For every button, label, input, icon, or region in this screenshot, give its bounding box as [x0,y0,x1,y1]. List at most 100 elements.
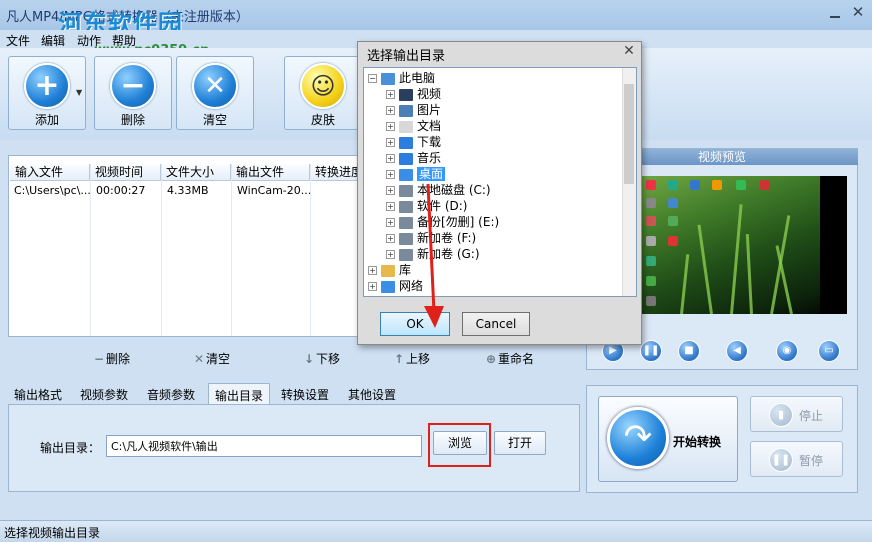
tree-item[interactable]: + 图片 [386,102,441,118]
start-convert-label: 开始转换 [673,435,722,449]
tree-item[interactable]: − 此电脑 [368,70,435,86]
expand-icon[interactable]: + [386,202,395,211]
stop-icon: ▮ [769,403,793,427]
tree-item[interactable]: + 音乐 [386,150,441,166]
move-up-label: 上移 [406,352,431,366]
dialog-close-icon[interactable]: ✕ [622,44,636,58]
folder-icon [381,72,395,85]
cell-duration[interactable]: 00:00:27 [90,183,161,198]
list-delete-label: 删除 [106,352,131,366]
close-icon[interactable]: ✕ [850,4,866,20]
list-clear-button[interactable]: ✕ 清空 [192,350,230,367]
volume-icon[interactable]: ◀ [726,340,748,362]
cell-output-file[interactable]: WinCam-20... [231,183,310,198]
pause-button[interactable]: ❚❚ 暂停 [750,441,843,477]
list-delete-button[interactable]: − 删除 [92,350,130,367]
column-header-duration[interactable]: 视频时间 [90,164,161,181]
move-up-button[interactable]: ↑ 上移 [392,350,430,367]
folder-icon [399,104,413,117]
expand-icon[interactable]: + [386,218,395,227]
arrow-down-icon: ↓ [303,352,315,366]
tree-item-label: 文档 [417,119,442,133]
tree-item[interactable]: + 视频 [386,86,441,102]
menu-file[interactable]: 文件 [6,32,30,49]
column-header-input-file[interactable]: 输入文件 [10,164,90,181]
chevron-down-icon[interactable]: ▼ [76,88,82,97]
output-directory-label: 输出目录： [40,441,101,455]
clear-label: 清空 [202,113,227,127]
expand-icon[interactable]: + [386,250,395,259]
tree-item-label: 此电脑 [399,71,436,85]
expand-icon[interactable]: + [386,234,395,243]
column-divider [310,164,311,336]
menu-edit[interactable]: 编辑 [41,32,65,49]
folder-tree[interactable]: − 此电脑 + 视频 + 图片 + 文档 + 下载 + 音乐 + 桌面 + 本地磁盘 (C:) + 软件 (D:)… [363,67,637,297]
column-header-file-size[interactable]: 文件大小 [161,164,231,181]
open-button[interactable]: 打开 [494,431,546,455]
start-arrow-icon: ↷ [607,407,669,469]
stop-button[interactable]: ▮ 停止 [750,396,843,432]
cell-input-file[interactable]: C:\Users\pc\... [8,183,90,198]
delete-button[interactable]: − 删除 [94,56,172,130]
cell-file-size[interactable]: 4.33MB [161,183,231,198]
tree-item[interactable]: + 文档 [386,118,441,134]
rename-button[interactable]: ⊕ 重命名 [484,350,534,367]
pause-label: 暂停 [799,454,824,468]
expand-icon[interactable]: + [386,106,395,115]
skin-button[interactable]: ☺ 皮肤 [284,56,362,130]
expand-icon[interactable]: + [386,154,395,163]
expand-icon[interactable]: + [368,266,377,275]
plus-icon: + [24,63,70,109]
dialog-title: 选择输出目录 [367,49,446,64]
browse-highlight-box [428,423,491,467]
expand-icon[interactable]: + [386,122,395,131]
tab-audio-params[interactable]: 音频参数 [141,383,201,405]
folder-icon [399,168,413,181]
folder-icon[interactable]: ▭ [818,340,840,362]
x-icon: ✕ [193,352,205,366]
tab-other-settings[interactable]: 其他设置 [342,383,402,405]
list-clear-label: 清空 [206,352,231,366]
output-directory-input[interactable] [106,435,422,457]
tree-item-label: 下载 [417,135,442,149]
arrow-up-icon: ↑ [393,352,405,366]
folder-icon [399,152,413,165]
start-convert-button[interactable]: ↷ 开始转换 [598,396,738,482]
tree-item[interactable]: + 桌面 [386,166,446,182]
tab-convert-settings[interactable]: 转换设置 [275,383,335,405]
snapshot-icon[interactable]: ◉ [776,340,798,362]
stop-icon[interactable]: ■ [678,340,700,362]
expand-icon[interactable]: + [386,186,395,195]
expand-icon[interactable]: + [386,90,395,99]
smiley-icon: ☺ [300,63,346,109]
rename-label: 重命名 [498,352,535,366]
add-label: 添加 [34,113,59,127]
minimize-icon[interactable] [828,6,842,20]
tree-item[interactable]: + 库 [368,262,411,278]
column-header-output-file[interactable]: 输出文件 [231,164,310,181]
stop-label: 停止 [799,409,824,423]
expand-icon[interactable]: + [368,282,377,291]
tab-output-format[interactable]: 输出格式 [8,383,68,405]
add-button[interactable]: + 添加 [8,56,86,130]
pause-icon[interactable]: ❚❚ [640,340,662,362]
expand-icon[interactable]: + [386,138,395,147]
expand-icon[interactable]: + [386,170,395,179]
x-icon: ✕ [192,63,238,109]
clear-button[interactable]: ✕ 清空 [176,56,254,130]
tree-item-label: 桌面 [417,167,446,181]
folder-icon [399,88,413,101]
tree-scrollbar-thumb[interactable] [624,84,634,184]
tree-item[interactable]: + 下载 [386,134,441,150]
folder-icon [381,264,395,277]
tab-output-directory[interactable]: 输出目录 [208,383,271,405]
move-down-button[interactable]: ↓ 下移 [302,350,340,367]
folder-icon [381,280,395,293]
preview-letterbox [820,176,847,314]
minus-icon: − [93,352,105,366]
delete-label: 删除 [120,113,145,127]
cancel-button[interactable]: Cancel [462,312,530,336]
collapse-icon[interactable]: − [368,74,377,83]
annotation-arrow [424,183,444,328]
tab-video-params[interactable]: 视频参数 [74,383,134,405]
